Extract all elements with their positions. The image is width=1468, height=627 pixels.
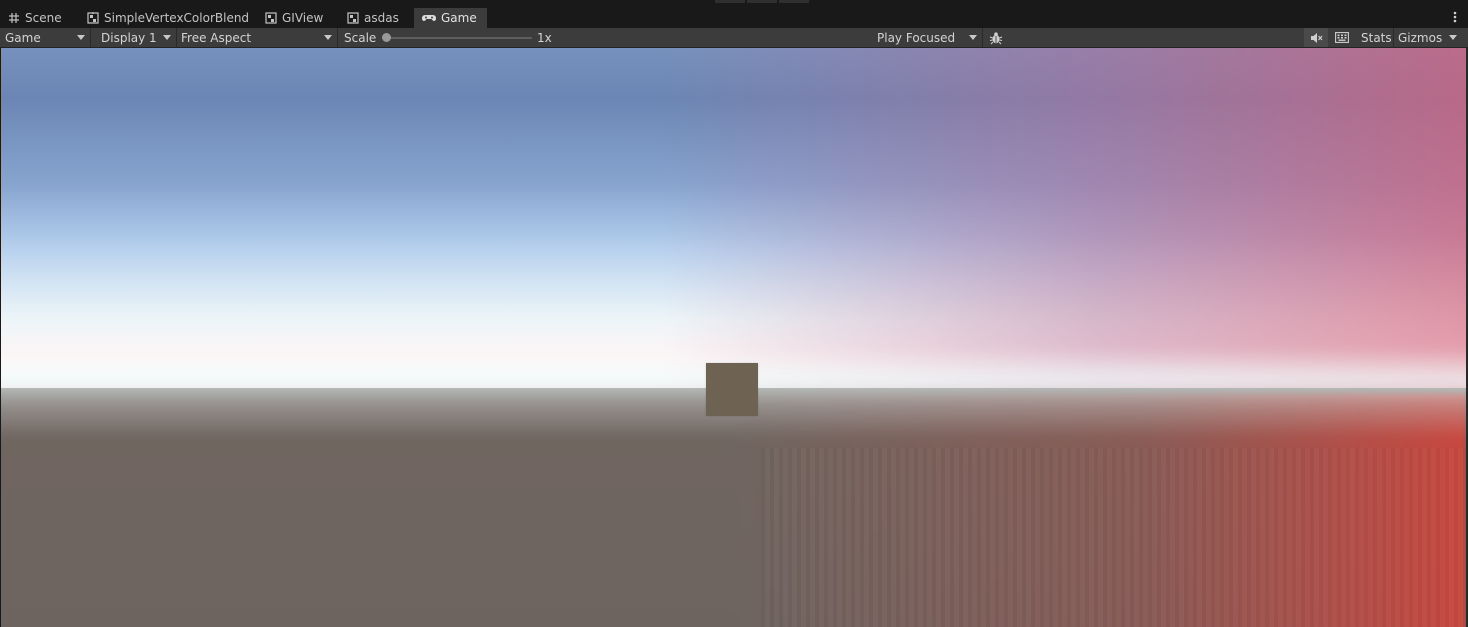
- stats-label: Stats: [1361, 30, 1392, 45]
- ground-texture: [761, 448, 1466, 627]
- play-mode-dropdown[interactable]: Play Focused: [872, 28, 983, 47]
- scene-cube: [706, 363, 758, 416]
- chevron-down-icon: [324, 35, 332, 40]
- toolbar-nub: [779, 0, 809, 3]
- play-mode-label: Play Focused: [877, 30, 956, 45]
- chevron-down-icon: [163, 35, 171, 40]
- toolbar-nub: [715, 0, 745, 3]
- tab-giview[interactable]: GIView: [257, 8, 333, 28]
- window-top-strip: [0, 0, 1468, 8]
- display-label: Display 1: [101, 30, 157, 45]
- aspect-dropdown[interactable]: Free Aspect: [176, 28, 338, 47]
- graph-icon: [87, 12, 99, 24]
- graph-icon: [265, 12, 277, 24]
- stats-button[interactable]: Stats: [1356, 28, 1394, 47]
- skybox-glow: [1, 48, 1466, 388]
- tab-label: Game: [441, 11, 477, 25]
- tab-game[interactable]: Game: [414, 8, 487, 28]
- view-mode-dropdown[interactable]: Game: [0, 28, 91, 47]
- chevron-down-icon: [77, 35, 85, 40]
- display-dropdown[interactable]: Display 1: [96, 28, 177, 47]
- tab-bar: Scene SimpleVertexColorBlend GIView asda…: [0, 8, 1468, 28]
- more-options-icon[interactable]: [1452, 10, 1458, 24]
- keyboard-shortcuts-icon[interactable]: [1330, 28, 1354, 47]
- scale-slider-handle[interactable]: [382, 33, 391, 42]
- chevron-down-icon: [969, 35, 977, 40]
- tab-label: GIView: [282, 11, 324, 25]
- graph-icon: [347, 12, 359, 24]
- view-mode-label: Game: [5, 30, 41, 45]
- bug-icon[interactable]: [985, 28, 1007, 47]
- tab-label: asdas: [364, 11, 399, 25]
- gizmos-label: Gizmos: [1398, 30, 1443, 45]
- game-view[interactable]: [1, 48, 1466, 627]
- tab-label: SimpleVertexColorBlend: [104, 11, 250, 25]
- game-toolbar: Game Display 1 Free Aspect Scale 1x Play…: [0, 28, 1468, 48]
- gamepad-icon: [422, 12, 436, 24]
- toolbar-nub: [747, 0, 777, 3]
- aspect-label: Free Aspect: [181, 30, 252, 45]
- scale-slider-track[interactable]: [386, 37, 532, 39]
- tab-asdas[interactable]: asdas: [339, 8, 410, 28]
- tab-label: Scene: [25, 11, 62, 25]
- gizmos-dropdown[interactable]: Gizmos: [1393, 28, 1462, 47]
- scale-value: 1x: [537, 30, 552, 45]
- tab-simplevertexcolorblend[interactable]: SimpleVertexColorBlend: [79, 8, 250, 28]
- tab-scene[interactable]: Scene: [0, 8, 72, 28]
- mute-audio-icon[interactable]: [1304, 28, 1328, 47]
- grid-icon: [8, 12, 20, 24]
- chevron-down-icon: [1449, 35, 1457, 40]
